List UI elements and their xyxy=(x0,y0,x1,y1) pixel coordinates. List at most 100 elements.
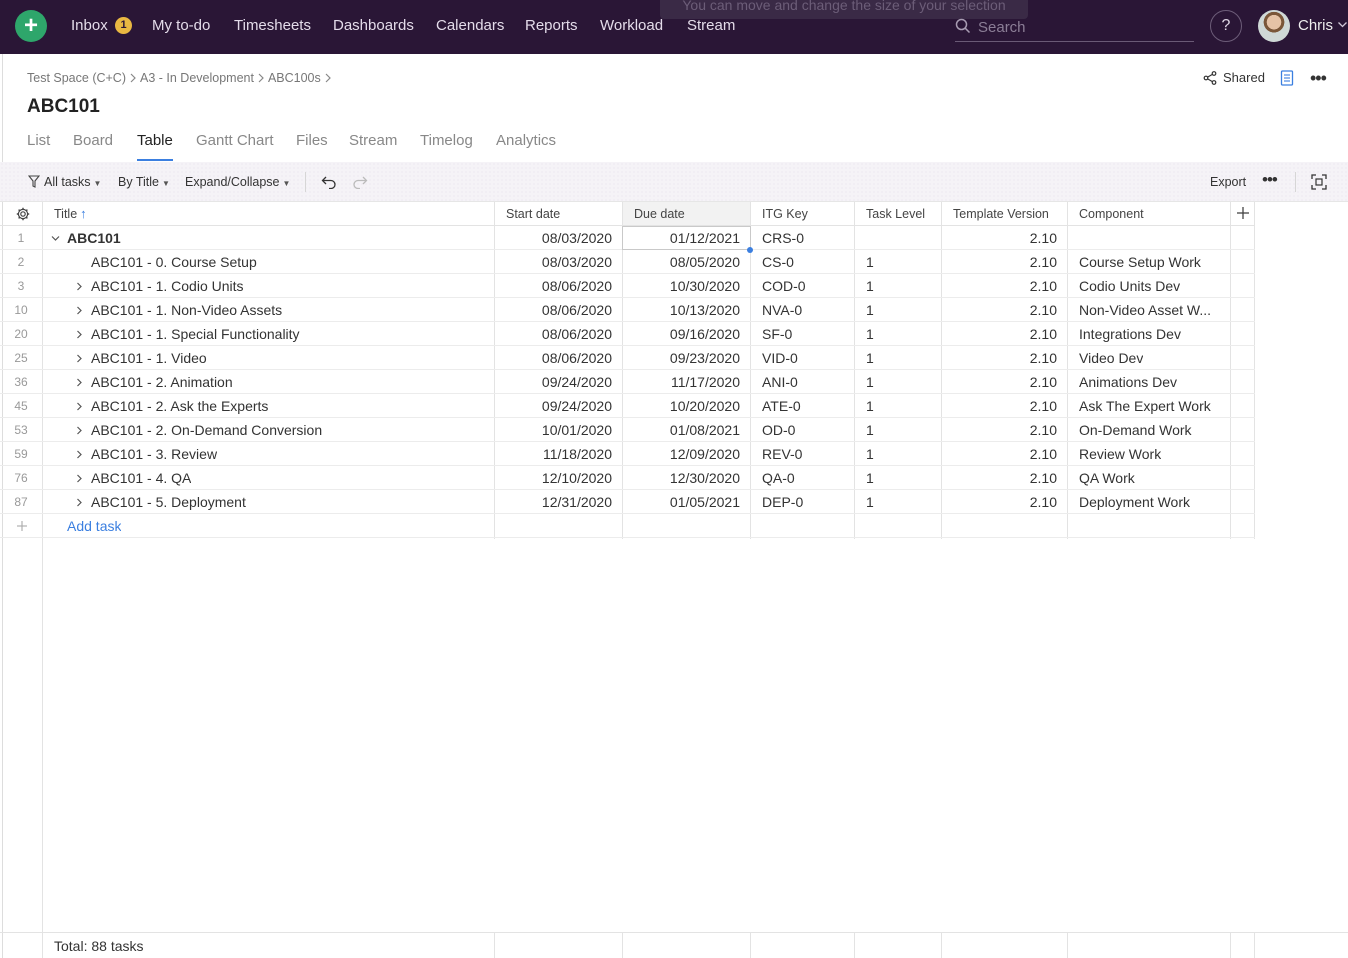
filter-dropdown[interactable]: All tasks ▼ xyxy=(27,175,101,189)
due-date-cell[interactable]: 11/17/2020 xyxy=(622,370,740,394)
nav-calendars[interactable]: Calendars xyxy=(436,17,504,34)
template-version-cell[interactable]: 2.10 xyxy=(941,490,1057,514)
chevron-right-icon[interactable] xyxy=(75,498,84,507)
chevron-right-icon[interactable] xyxy=(75,450,84,459)
task-title[interactable]: ABC101 - 2. Animation xyxy=(91,370,233,394)
start-date-cell[interactable]: 08/06/2020 xyxy=(494,346,612,370)
nav-inbox[interactable]: Inbox xyxy=(71,17,108,34)
component-cell[interactable]: Review Work xyxy=(1079,442,1161,466)
help-button[interactable]: ? xyxy=(1210,10,1242,42)
due-date-cell[interactable]: 01/08/2021 xyxy=(622,418,740,442)
due-date-cell[interactable]: 12/09/2020 xyxy=(622,442,740,466)
shared-button[interactable]: Shared xyxy=(1203,70,1265,85)
itg-key-cell[interactable]: CS-0 xyxy=(762,250,794,274)
start-date-cell[interactable]: 12/10/2020 xyxy=(494,466,612,490)
plus-icon[interactable] xyxy=(16,520,28,532)
start-date-cell[interactable]: 12/31/2020 xyxy=(494,490,612,514)
start-date-cell[interactable]: 08/06/2020 xyxy=(494,298,612,322)
chevron-right-icon[interactable] xyxy=(75,330,84,339)
task-title[interactable]: ABC101 - 4. QA xyxy=(91,466,191,490)
template-version-cell[interactable]: 2.10 xyxy=(941,370,1057,394)
selection-resize-handle[interactable] xyxy=(747,247,753,253)
due-date-cell[interactable]: 10/20/2020 xyxy=(622,394,740,418)
start-date-cell[interactable]: 11/18/2020 xyxy=(494,442,612,466)
export-button[interactable]: Export xyxy=(1210,175,1246,189)
component-cell[interactable]: Non-Video Asset W... xyxy=(1079,298,1211,322)
column-header-template-version[interactable]: Template Version xyxy=(953,202,1049,226)
task-title[interactable]: ABC101 - 1. Special Functionality xyxy=(91,322,300,346)
chevron-right-icon[interactable] xyxy=(75,426,84,435)
due-date-cell[interactable]: 08/05/2020 xyxy=(622,250,740,274)
itg-key-cell[interactable]: CRS-0 xyxy=(762,226,804,250)
task-title[interactable]: ABC101 - 2. On-Demand Conversion xyxy=(91,418,322,442)
start-date-cell[interactable]: 09/24/2020 xyxy=(494,370,612,394)
tab-analytics[interactable]: Analytics xyxy=(496,132,556,149)
tab-timelog[interactable]: Timelog xyxy=(420,132,473,149)
tab-board[interactable]: Board xyxy=(73,132,113,149)
gear-icon[interactable] xyxy=(16,207,30,221)
add-column-icon[interactable] xyxy=(1236,206,1250,220)
chevron-right-icon[interactable] xyxy=(75,306,84,315)
template-version-cell[interactable]: 2.10 xyxy=(941,346,1057,370)
due-date-cell[interactable]: 09/16/2020 xyxy=(622,322,740,346)
table-row[interactable]: 2 ABC101 - 0. Course Setup 08/03/2020 08/05… xyxy=(0,250,1255,274)
itg-key-cell[interactable]: QA-0 xyxy=(762,466,795,490)
task-title[interactable]: ABC101 - 2. Ask the Experts xyxy=(91,394,268,418)
component-cell[interactable]: On-Demand Work xyxy=(1079,418,1192,442)
task-title[interactable]: ABC101 xyxy=(67,226,121,250)
itg-key-cell[interactable]: DEP-0 xyxy=(762,490,803,514)
component-cell[interactable]: Ask The Expert Work xyxy=(1079,394,1211,418)
user-name[interactable]: Chris xyxy=(1298,17,1333,34)
task-level-cell[interactable]: 1 xyxy=(866,346,874,370)
table-row[interactable]: 20 ABC101 - 1. Special Functionality 08/06… xyxy=(0,322,1255,346)
search-input[interactable] xyxy=(978,16,1192,38)
start-date-cell[interactable]: 09/24/2020 xyxy=(494,394,612,418)
start-date-cell[interactable]: 08/06/2020 xyxy=(494,274,612,298)
itg-key-cell[interactable]: ATE-0 xyxy=(762,394,801,418)
component-cell[interactable]: Animations Dev xyxy=(1079,370,1177,394)
start-date-cell[interactable]: 08/03/2020 xyxy=(494,226,612,250)
nav-my-todo[interactable]: My to-do xyxy=(152,17,210,34)
itg-key-cell[interactable]: VID-0 xyxy=(762,346,798,370)
task-level-cell[interactable]: 1 xyxy=(866,250,874,274)
itg-key-cell[interactable]: NVA-0 xyxy=(762,298,802,322)
itg-key-cell[interactable]: ANI-0 xyxy=(762,370,798,394)
column-header-due-date[interactable]: Due date xyxy=(634,202,685,226)
column-header-start-date[interactable]: Start date xyxy=(506,202,560,226)
more-options-icon[interactable]: ••• xyxy=(1262,170,1278,190)
task-level-cell[interactable]: 1 xyxy=(866,298,874,322)
nav-dashboards[interactable]: Dashboards xyxy=(333,17,414,34)
chevron-right-icon[interactable] xyxy=(75,474,84,483)
due-date-cell[interactable]: 12/30/2020 xyxy=(622,466,740,490)
redo-icon[interactable] xyxy=(352,175,368,189)
due-date-cell[interactable]: 10/30/2020 xyxy=(622,274,740,298)
undo-icon[interactable] xyxy=(321,175,337,189)
nav-stream[interactable]: Stream xyxy=(687,17,735,34)
itg-key-cell[interactable]: SF-0 xyxy=(762,322,792,346)
table-row[interactable]: 25 ABC101 - 1. Video 08/06/2020 09/23/2020 V… xyxy=(0,346,1255,370)
table-row[interactable]: 53 ABC101 - 2. On-Demand Conversion 10/01/… xyxy=(0,418,1255,442)
sort-dropdown[interactable]: By Title ▼ xyxy=(118,175,170,189)
table-row[interactable]: 36 ABC101 - 2. Animation 09/24/2020 11/17/2… xyxy=(0,370,1255,394)
task-level-cell[interactable]: 1 xyxy=(866,418,874,442)
task-title[interactable]: ABC101 - 1. Codio Units xyxy=(91,274,244,298)
task-level-cell[interactable]: 1 xyxy=(866,466,874,490)
table-row[interactable]: 45 ABC101 - 2. Ask the Experts 09/24/2020 1… xyxy=(0,394,1255,418)
chevron-down-icon[interactable] xyxy=(51,234,60,243)
template-version-cell[interactable]: 2.10 xyxy=(941,274,1057,298)
component-cell[interactable]: Course Setup Work xyxy=(1079,250,1201,274)
breadcrumb-item[interactable]: Test Space (C+C) xyxy=(27,71,126,85)
tab-files[interactable]: Files xyxy=(296,132,328,149)
component-cell[interactable]: Deployment Work xyxy=(1079,490,1190,514)
tab-table[interactable]: Table xyxy=(137,132,173,149)
column-header-task-level[interactable]: Task Level xyxy=(866,202,925,226)
task-level-cell[interactable]: 1 xyxy=(866,322,874,346)
task-title[interactable]: ABC101 - 3. Review xyxy=(91,442,217,466)
template-version-cell[interactable]: 2.10 xyxy=(941,226,1057,250)
table-row[interactable]: 76 ABC101 - 4. QA 12/10/2020 12/30/2020 QA-0… xyxy=(0,466,1255,490)
start-date-cell[interactable]: 08/06/2020 xyxy=(494,322,612,346)
fullscreen-icon[interactable] xyxy=(1311,174,1327,190)
template-version-cell[interactable]: 2.10 xyxy=(941,418,1057,442)
tab-stream[interactable]: Stream xyxy=(349,132,397,149)
table-row[interactable]: 10 ABC101 - 1. Non-Video Assets 08/06/2020… xyxy=(0,298,1255,322)
